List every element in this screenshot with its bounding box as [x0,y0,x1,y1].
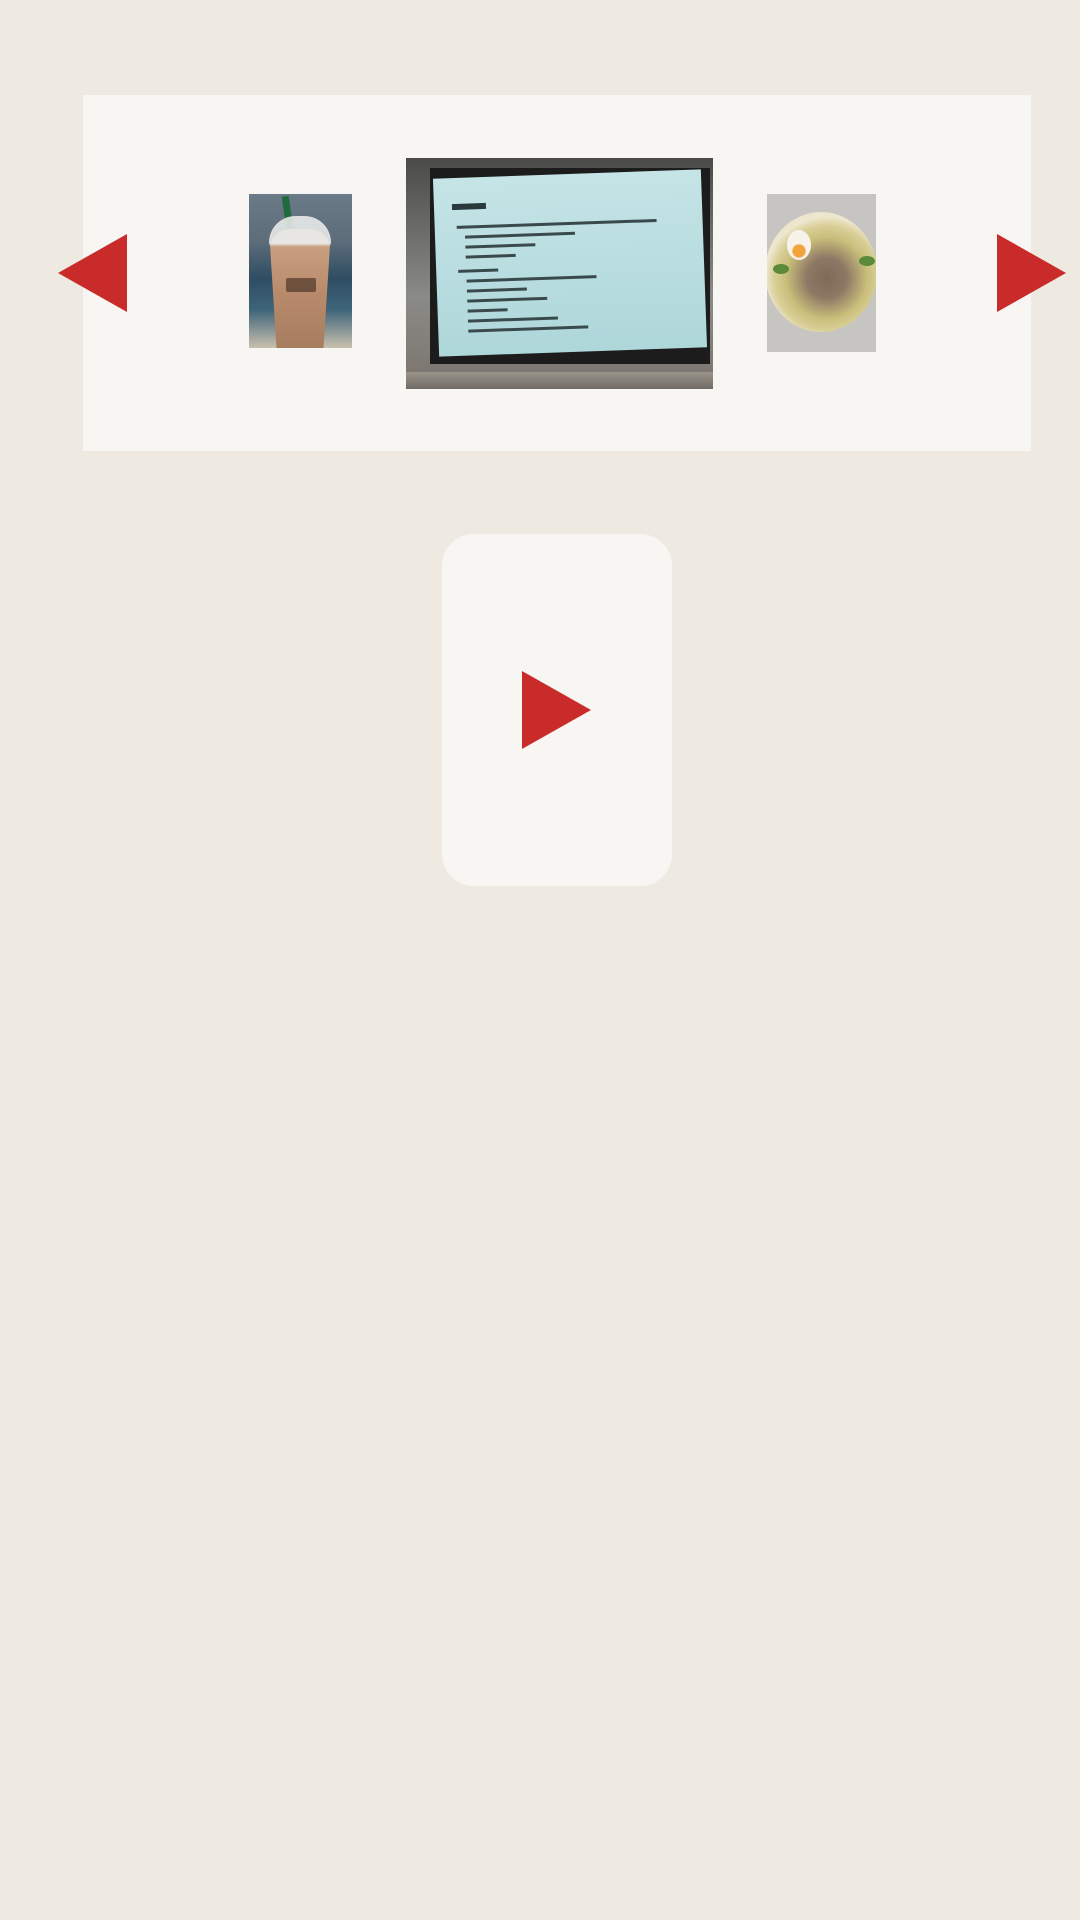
slide-line [467,296,548,303]
page [0,0,1080,1920]
vegetable-shape [859,256,875,266]
cup-label-shape [286,278,316,292]
slide-line [467,308,508,313]
projector-screen-shape [430,168,710,364]
slide-line [468,325,589,333]
slide-line [466,275,597,283]
thumbnail-projector-slide[interactable] [406,158,713,389]
slide-line [467,316,558,323]
slide-content-shape [432,169,708,357]
next-arrow-icon[interactable] [997,234,1066,312]
egg-shape [787,230,811,260]
slide-line [464,231,576,239]
previous-arrow-icon[interactable] [58,234,127,312]
seats-shape [406,372,713,389]
slide-line [465,253,516,259]
play-icon[interactable] [522,671,591,749]
slide-heading-shape [451,202,487,211]
thumbnail-iced-coffee[interactable] [249,194,352,348]
thumbnail-noodle-bowl[interactable] [767,194,876,352]
slide-line [458,268,499,273]
slide-line [466,287,527,293]
slide-line [456,218,657,229]
vegetable-shape [773,264,789,274]
video-player-card[interactable] [442,534,672,886]
slide-line [465,243,536,249]
